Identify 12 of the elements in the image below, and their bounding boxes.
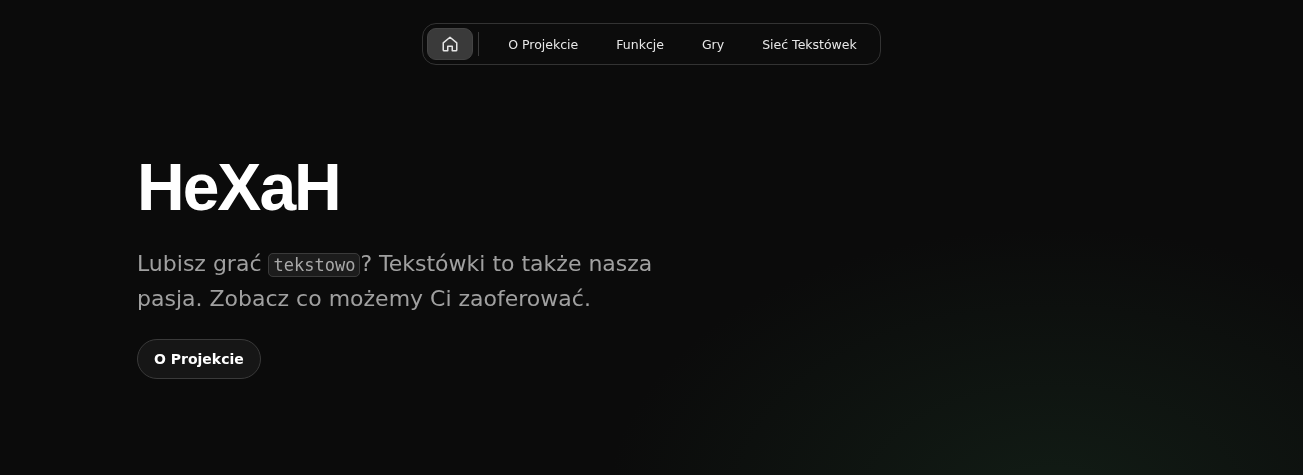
- inline-code: tekstowo: [268, 253, 361, 277]
- tagline-text: pasja. Zobacz co możemy Ci zaoferować.: [137, 286, 591, 311]
- tagline-text: Lubisz grać: [137, 251, 262, 276]
- nav-link[interactable]: Gry: [701, 30, 725, 58]
- about-button[interactable]: O Projekcie: [137, 339, 261, 379]
- home-button[interactable]: [427, 28, 474, 60]
- hero-title: HeXaH: [137, 151, 341, 223]
- nav-link[interactable]: O Projekcie: [508, 30, 579, 58]
- nav-link[interactable]: Sieć Tekstówek: [762, 30, 857, 58]
- home-icon: [441, 35, 460, 53]
- nav-link[interactable]: Funkcje: [616, 30, 664, 58]
- tagline-text: ? Tekstówki to także nasza: [360, 251, 653, 276]
